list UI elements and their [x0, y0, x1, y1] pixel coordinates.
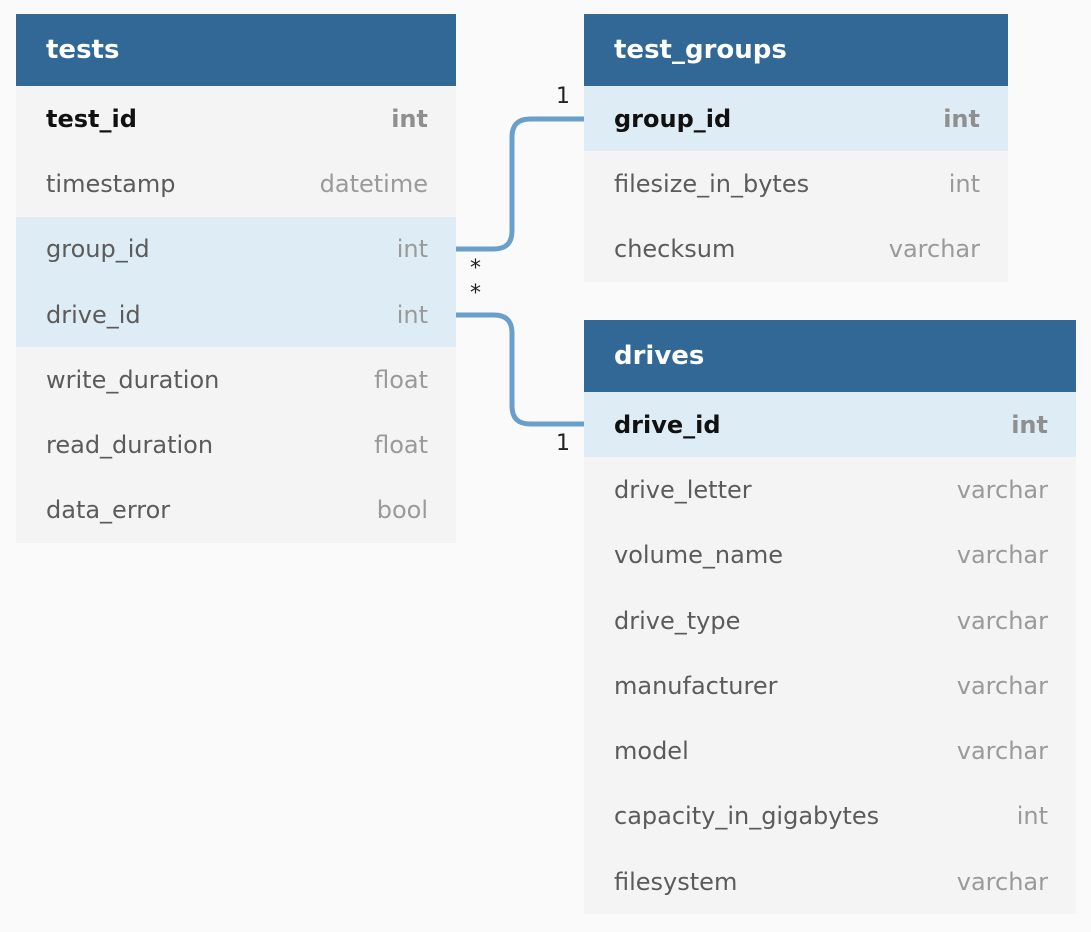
column-row-data-error[interactable]: data_error bool: [16, 478, 456, 543]
column-row-drive-id[interactable]: drive_id int: [16, 281, 456, 348]
column-type: int: [948, 169, 980, 198]
cardinality-drive-many: *: [470, 281, 481, 306]
column-name: drive_type: [614, 606, 741, 635]
column-type: varchar: [956, 671, 1048, 700]
column-type: bool: [376, 496, 428, 525]
column-type: int: [391, 104, 428, 133]
cardinality-group-one: 1: [556, 84, 570, 109]
cardinality-drive-one: 1: [556, 431, 570, 456]
column-name: volume_name: [614, 541, 783, 570]
column-name: capacity_in_gigabytes: [614, 802, 880, 831]
column-type: float: [374, 431, 428, 460]
column-type: float: [374, 365, 428, 394]
column-row-timestamp[interactable]: timestamp datetime: [16, 151, 456, 216]
column-row-filesystem[interactable]: filesystem varchar: [584, 849, 1076, 914]
column-type: int: [1011, 410, 1048, 439]
column-row-group-id[interactable]: group_id int: [16, 216, 456, 282]
column-row-filesize-in-bytes[interactable]: filesize_in_bytes int: [584, 151, 1008, 216]
cardinality-group-many: *: [470, 256, 481, 281]
column-type: varchar: [888, 235, 980, 264]
column-row-checksum[interactable]: checksum varchar: [584, 217, 1008, 282]
column-name: model: [614, 737, 689, 766]
column-type: int: [1016, 802, 1048, 831]
column-type: varchar: [956, 737, 1048, 766]
column-row-manufacturer[interactable]: manufacturer varchar: [584, 653, 1076, 718]
column-name: group_id: [46, 235, 150, 264]
column-name: drive_letter: [614, 475, 752, 504]
column-row-model[interactable]: model varchar: [584, 718, 1076, 783]
table-test-groups[interactable]: test_groups group_id int filesize_in_byt…: [584, 14, 1008, 282]
column-name: checksum: [614, 235, 736, 264]
column-name: manufacturer: [614, 671, 778, 700]
column-name: test_id: [46, 104, 137, 133]
column-row-drive-letter[interactable]: drive_letter varchar: [584, 457, 1076, 522]
column-row-group-id[interactable]: group_id int: [584, 86, 1008, 152]
column-name: timestamp: [46, 169, 176, 198]
column-type: int: [396, 300, 428, 329]
table-tests-header: tests: [16, 14, 456, 86]
column-type: varchar: [956, 475, 1048, 504]
column-row-read-duration[interactable]: read_duration float: [16, 412, 456, 477]
column-name: filesystem: [614, 867, 738, 896]
table-test-groups-header: test_groups: [584, 14, 1008, 86]
table-drives-header: drives: [584, 320, 1076, 392]
column-type: varchar: [956, 541, 1048, 570]
column-type: varchar: [956, 867, 1048, 896]
column-name: read_duration: [46, 431, 214, 460]
column-name: drive_id: [614, 410, 721, 439]
relation-group-line: [456, 116, 584, 252]
table-tests[interactable]: tests test_id int timestamp datetime gro…: [16, 14, 456, 544]
relation-drive-line: [456, 312, 584, 427]
column-row-drive-type[interactable]: drive_type varchar: [584, 588, 1076, 653]
column-name: group_id: [614, 104, 732, 133]
column-row-capacity-in-gigabytes[interactable]: capacity_in_gigabytes int: [584, 784, 1076, 849]
column-type: int: [943, 104, 980, 133]
column-type: int: [396, 235, 428, 264]
column-type: varchar: [956, 606, 1048, 635]
column-name: drive_id: [46, 300, 141, 329]
column-name: data_error: [46, 496, 171, 525]
column-row-test-id[interactable]: test_id int: [16, 86, 456, 151]
column-name: filesize_in_bytes: [614, 169, 810, 198]
column-name: write_duration: [46, 365, 220, 394]
column-row-write-duration[interactable]: write_duration float: [16, 347, 456, 412]
column-row-drive-id[interactable]: drive_id int: [584, 392, 1076, 458]
column-row-volume-name[interactable]: volume_name varchar: [584, 523, 1076, 588]
table-drives[interactable]: drives drive_id int drive_letter varchar…: [584, 320, 1076, 915]
column-type: datetime: [319, 169, 428, 198]
